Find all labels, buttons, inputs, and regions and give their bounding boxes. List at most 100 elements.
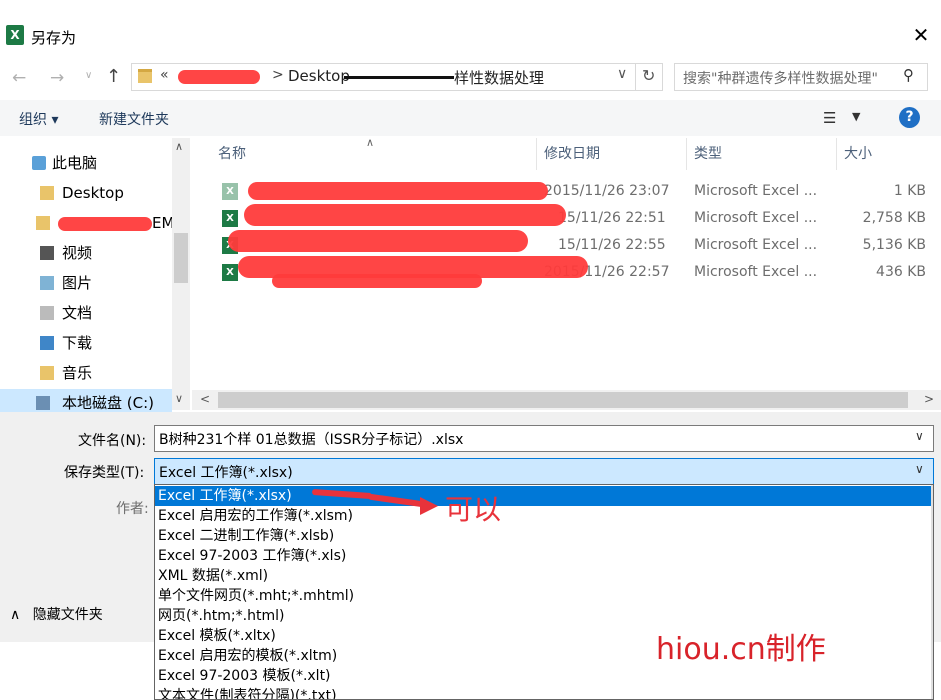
drive-icon xyxy=(36,396,50,410)
download-icon xyxy=(40,336,54,350)
sidebar-item-redacted[interactable]: EM xyxy=(0,209,174,237)
sidebar-item-pictures[interactable]: 图片 xyxy=(0,269,172,297)
computer-icon xyxy=(32,156,46,170)
filetype-option[interactable]: XML 数据(*.xml) xyxy=(155,566,933,586)
filetype-option[interactable]: Excel 97-2003 工作簿(*.xls) xyxy=(155,546,933,566)
title-bar: X 另存为 ✕ xyxy=(0,18,941,54)
file-modified: 15/11/26 22:55 xyxy=(558,237,666,253)
up-arrow-icon[interactable]: ↑ xyxy=(106,66,121,87)
column-header-name[interactable]: 名称 xyxy=(218,138,246,170)
file-type: Microsoft Excel ... xyxy=(694,210,818,226)
file-list: ∧ 名称 修改日期 类型 大小 X 2015/11/26 23:07 Micro… xyxy=(192,136,941,410)
chevron-up-icon[interactable]: ∧ xyxy=(175,140,183,153)
filename-value[interactable]: B树种231个样 01总数据（ISSR分子标记）.xlsx xyxy=(159,429,463,449)
annotation-text: 可以 xyxy=(445,493,502,526)
forward-arrow-icon[interactable]: → xyxy=(50,68,64,88)
video-icon xyxy=(40,246,54,260)
file-modified: 2015/11/26 23:07 xyxy=(544,183,670,199)
arrow-head-icon xyxy=(420,497,438,515)
chevron-down-icon[interactable]: ∨ xyxy=(915,462,924,476)
recent-chevron-icon[interactable]: ∨ xyxy=(85,70,92,81)
column-header-modified[interactable]: 修改日期 xyxy=(544,138,600,170)
refresh-icon[interactable]: ↻ xyxy=(642,66,655,85)
filetype-option[interactable]: 单个文件网页(*.mht;*.mhtml) xyxy=(155,586,933,606)
folder-icon xyxy=(138,69,152,83)
chevron-down-icon[interactable]: ▼ xyxy=(852,110,860,123)
sidebar-item-this-pc[interactable]: 此电脑 xyxy=(0,149,172,177)
column-header-type[interactable]: 类型 xyxy=(694,138,722,170)
sidebar-item-downloads[interactable]: 下载 xyxy=(0,329,172,357)
search-placeholder[interactable]: 搜索"种群遗传多样性数据处理" xyxy=(683,68,878,88)
chevron-right-icon[interactable]: > xyxy=(924,392,934,406)
search-box[interactable]: 搜索"种群遗传多样性数据处理" ⚲ xyxy=(674,63,928,91)
file-size: 436 KB xyxy=(876,264,926,280)
chevron-down-icon[interactable]: ∨ xyxy=(175,392,183,405)
command-toolbar: 组织 ▾ 新建文件夹 ☰ ▼ ? xyxy=(0,100,941,136)
chevron-right-icon[interactable]: > xyxy=(272,67,284,83)
filetype-option[interactable]: 网页(*.htm;*.html) xyxy=(155,606,933,626)
new-folder-button[interactable]: 新建文件夹 xyxy=(99,109,169,129)
filetype-label: 保存类型(T): xyxy=(64,465,145,481)
redaction-mark xyxy=(344,76,454,79)
navigation-pane: 此电脑 Desktop EM 视频 图片 文档 下载 音乐 本地磁盘 (C:) … xyxy=(0,138,192,417)
redaction-mark xyxy=(58,217,152,231)
excel-file-icon: X xyxy=(222,264,238,281)
divider xyxy=(836,138,837,170)
column-header-size[interactable]: 大小 xyxy=(844,138,872,170)
watermark-text: hiou.cn制作 xyxy=(656,632,826,667)
organize-button[interactable]: 组织 ▾ xyxy=(19,109,58,129)
file-size: 1 KB xyxy=(893,183,926,199)
scroll-thumb[interactable] xyxy=(218,392,908,408)
file-size: 5,136 KB xyxy=(862,237,926,253)
address-bar[interactable]: « > Desktop 样性数据处理 ∨ ↻ xyxy=(131,63,663,91)
filetype-option[interactable]: Excel 启用宏的工作簿(*.xlsm) xyxy=(155,506,933,526)
excel-file-icon: X xyxy=(222,183,238,200)
hide-folders-label: 隐藏文件夹 xyxy=(32,607,103,623)
filetype-option[interactable]: Excel 工作簿(*.xlsx) xyxy=(155,486,933,506)
address-segment-folder[interactable]: 样性数据处理 xyxy=(454,67,544,88)
close-button[interactable]: ✕ xyxy=(908,22,934,48)
horizontal-scrollbar[interactable]: < > xyxy=(192,390,941,410)
sidebar-item-label: Desktop xyxy=(62,184,124,202)
sidebar-item-label: 视频 xyxy=(62,244,93,262)
music-icon xyxy=(40,366,54,380)
chevron-down-icon[interactable]: ∨ xyxy=(915,429,924,443)
redaction-mark xyxy=(272,274,482,288)
sidebar-scrollbar[interactable]: ∧ ∨ xyxy=(172,138,190,410)
sidebar-item-desktop[interactable]: Desktop xyxy=(0,179,172,207)
hide-folders-toggle[interactable]: ∧ 隐藏文件夹 xyxy=(10,604,103,624)
filename-input[interactable]: B树种231个样 01总数据（ISSR分子标记）.xlsx ∨ xyxy=(154,425,934,452)
excel-file-icon: X xyxy=(222,210,238,227)
folder-icon xyxy=(36,216,50,230)
scroll-thumb[interactable] xyxy=(174,233,188,283)
filetype-value[interactable]: Excel 工作簿(*.xlsx) xyxy=(159,462,293,482)
folder-icon xyxy=(40,186,54,200)
file-type: Microsoft Excel ... xyxy=(694,237,818,253)
sidebar-item-videos[interactable]: 视频 xyxy=(0,239,172,267)
chevron-down-icon[interactable]: ∨ xyxy=(617,66,627,82)
filetype-option[interactable]: Excel 二进制工作簿(*.xlsb) xyxy=(155,526,933,546)
author-label: 作者: xyxy=(116,501,149,517)
divider xyxy=(686,138,687,170)
filetype-option[interactable]: Excel 97-2003 模板(*.xlt) xyxy=(155,666,933,686)
sidebar-item-label: 音乐 xyxy=(62,364,93,382)
dropdown-scrollbar[interactable] xyxy=(931,485,933,699)
redaction-mark xyxy=(178,70,260,84)
file-size: 2,758 KB xyxy=(862,210,926,226)
sidebar-item-music[interactable]: 音乐 xyxy=(0,359,172,387)
address-segment-desktop[interactable]: Desktop xyxy=(288,67,350,85)
sidebar-item-label: 此电脑 xyxy=(52,154,98,172)
filetype-select[interactable]: Excel 工作簿(*.xlsx) ∨ xyxy=(154,458,934,485)
sort-caret-icon: ∧ xyxy=(366,136,375,149)
sidebar-item-label: 文档 xyxy=(62,304,93,322)
chevron-left-icon[interactable]: < xyxy=(200,392,210,406)
window-title: 另存为 xyxy=(31,29,77,47)
divider xyxy=(536,138,537,170)
chevron-up-icon: ∧ xyxy=(10,607,21,623)
address-prefix[interactable]: « xyxy=(160,67,169,83)
view-options-icon[interactable]: ☰ xyxy=(823,109,836,127)
back-arrow-icon[interactable]: ← xyxy=(12,68,26,88)
help-button[interactable]: ? xyxy=(899,107,920,128)
search-icon[interactable]: ⚲ xyxy=(903,66,914,84)
sidebar-item-documents[interactable]: 文档 xyxy=(0,299,172,327)
